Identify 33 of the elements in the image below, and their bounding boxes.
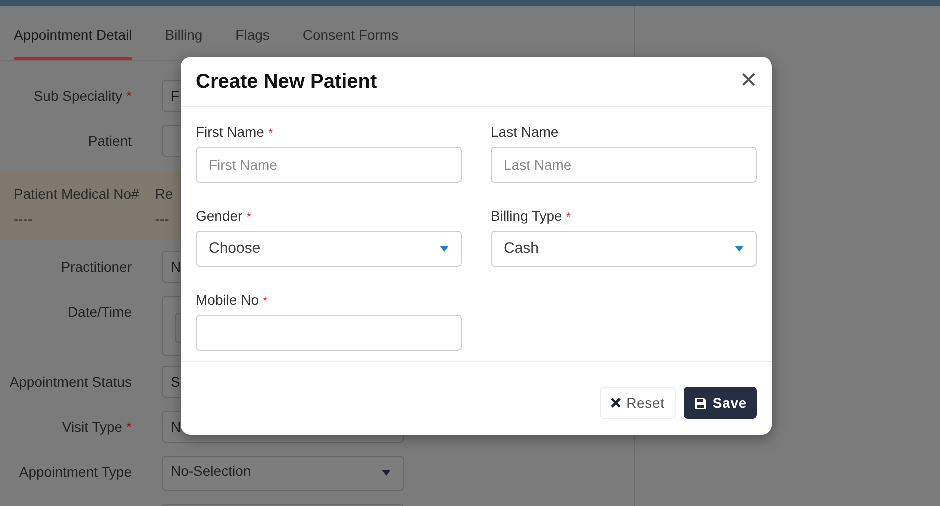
field-label: Mobile No *: [196, 290, 268, 310]
field-label: Last Name: [491, 122, 559, 142]
field-label: Practitioner: [61, 258, 132, 277]
select-field[interactable]: Choose: [196, 231, 462, 267]
caret-icon: [382, 470, 391, 476]
field-label: Billing Type *: [491, 206, 572, 226]
field-label: Patient: [88, 132, 132, 151]
input-field[interactable]: First Name: [196, 147, 462, 183]
info-value: ----: [14, 210, 34, 229]
select-field[interactable]: Cash: [491, 231, 757, 267]
tab[interactable]: Appointment Detail: [14, 25, 132, 60]
caret-icon: [440, 246, 449, 252]
field-label: Gender *: [196, 206, 252, 226]
info-label: Re: [155, 185, 174, 204]
input-field[interactable]: [196, 315, 462, 351]
save-button[interactable]: Save: [684, 387, 757, 419]
info-label: Patient Medical No#: [14, 185, 140, 204]
close-icon: [610, 398, 621, 408]
select-field[interactable]: No-Selection: [162, 456, 404, 491]
field-label: Appointment Type: [19, 463, 132, 482]
required-mark: *: [126, 87, 132, 106]
info-value: ---: [155, 210, 170, 229]
input-field[interactable]: Last Name: [491, 147, 757, 183]
field-label: Sub Speciality: [34, 87, 123, 106]
field-label: First Name *: [196, 122, 274, 142]
field-label: Date/Time: [68, 303, 132, 322]
close-button[interactable]: ×: [740, 66, 757, 98]
field-label: Visit Type: [62, 418, 123, 437]
reset-button[interactable]: Reset: [600, 387, 676, 419]
required-mark: *: [126, 418, 132, 437]
field-label: Appointment Status: [10, 373, 132, 392]
modal-title: Create New Patient: [196, 70, 378, 94]
caret-icon: [735, 246, 744, 252]
